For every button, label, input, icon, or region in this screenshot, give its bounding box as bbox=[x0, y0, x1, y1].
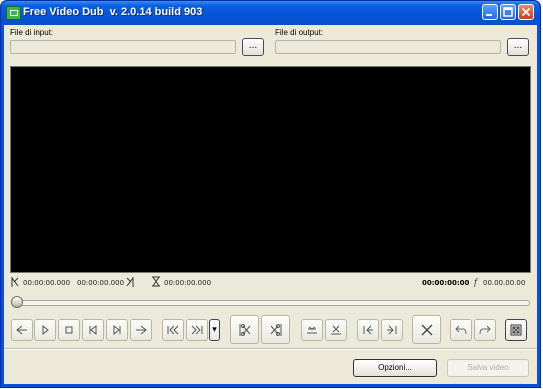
go-mark-in-icon bbox=[363, 325, 373, 335]
next-frame-button[interactable] bbox=[106, 319, 128, 341]
seek-thumb[interactable] bbox=[11, 296, 23, 308]
video-preview bbox=[10, 66, 531, 273]
close-icon bbox=[521, 7, 531, 17]
maximize-button[interactable] bbox=[500, 4, 516, 20]
mark-out-icon bbox=[126, 277, 134, 287]
redo-button[interactable] bbox=[474, 319, 496, 341]
selection-icon bbox=[152, 276, 160, 287]
app-window: Free Video Dub v. 2.0.14 build 903 File … bbox=[0, 0, 541, 388]
minimize-icon bbox=[486, 14, 492, 16]
skip-end-icon bbox=[191, 325, 203, 335]
stop-icon bbox=[65, 326, 73, 334]
seek-track[interactable] bbox=[14, 300, 530, 306]
input-file-label: File di input: bbox=[10, 28, 54, 37]
title-bar[interactable]: Free Video Dub v. 2.0.14 build 903 bbox=[1, 1, 540, 25]
current-time: 00:00:00:00 bbox=[422, 279, 470, 287]
select-all-button[interactable] bbox=[301, 319, 323, 341]
output-file-field[interactable] bbox=[275, 40, 501, 54]
clear-selection-icon bbox=[331, 325, 341, 335]
output-browse-button[interactable]: ... bbox=[507, 38, 529, 56]
undo-button[interactable] bbox=[450, 319, 472, 341]
save-video-button[interactable]: Salva video bbox=[447, 359, 529, 377]
redo-icon bbox=[479, 325, 491, 335]
maximize-icon bbox=[503, 7, 513, 17]
select-all-icon bbox=[307, 326, 317, 334]
prev-frame-button[interactable] bbox=[82, 319, 104, 341]
delete-selection-button[interactable] bbox=[412, 315, 441, 344]
input-browse-button[interactable]: ... bbox=[242, 38, 264, 56]
prev-frame-icon bbox=[89, 325, 97, 335]
step-back-button[interactable] bbox=[11, 319, 33, 341]
app-icon bbox=[6, 6, 21, 20]
minimize-button[interactable] bbox=[482, 4, 498, 20]
play-button[interactable] bbox=[34, 319, 56, 341]
skip-start-icon bbox=[167, 325, 179, 335]
output-file-label: File di output: bbox=[275, 28, 324, 37]
close-button[interactable] bbox=[518, 4, 534, 20]
cut-mark-out-button[interactable] bbox=[261, 315, 290, 344]
next-frame-icon bbox=[113, 325, 121, 335]
mark-out-time: 00:00:00.000 bbox=[77, 279, 125, 287]
footer-separator bbox=[4, 348, 537, 350]
options-button[interactable]: Opzioni... bbox=[353, 359, 437, 377]
mark-in-time: 00:00:00.000 bbox=[23, 279, 71, 287]
window-title: Free Video Dub v. 2.0.14 build 903 bbox=[23, 6, 203, 18]
clear-selection-button[interactable] bbox=[325, 319, 347, 341]
play-icon bbox=[42, 325, 49, 335]
go-end-button[interactable] bbox=[186, 319, 208, 341]
go-start-button[interactable] bbox=[162, 319, 184, 341]
fps-symbol: f bbox=[474, 278, 477, 287]
delete-x-icon bbox=[421, 324, 432, 335]
fullscreen-toggle-button[interactable] bbox=[505, 319, 527, 341]
mark-in-icon bbox=[11, 277, 19, 287]
jump-menu-dropdown[interactable]: ▾ bbox=[209, 319, 220, 341]
client-area: File di input: ... File di output: ... 0… bbox=[4, 25, 537, 384]
arrow-left-icon bbox=[16, 325, 27, 335]
go-mark-out-icon bbox=[387, 325, 397, 335]
arrow-right-icon bbox=[136, 325, 147, 335]
stop-button[interactable] bbox=[58, 319, 80, 341]
scissors-right-icon bbox=[270, 323, 281, 336]
scissors-left-icon bbox=[239, 323, 250, 336]
input-file-field[interactable] bbox=[10, 40, 236, 54]
frame-preview-icon bbox=[510, 324, 522, 336]
go-mark-in-button[interactable] bbox=[357, 319, 379, 341]
selection-time: 00:00:00.000 bbox=[164, 279, 212, 287]
undo-icon bbox=[455, 325, 467, 335]
total-duration: 00.00.00.00 bbox=[483, 279, 526, 287]
cut-mark-in-button[interactable] bbox=[230, 315, 259, 344]
go-mark-out-button[interactable] bbox=[381, 319, 403, 341]
step-forward-button[interactable] bbox=[130, 319, 152, 341]
